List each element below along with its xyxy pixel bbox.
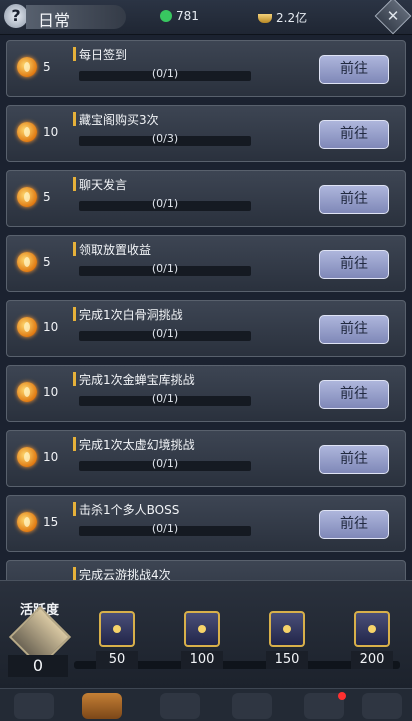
task-name: 藏宝阁购买3次 <box>79 113 159 127</box>
ingot-amount: 2.2亿 <box>276 11 308 25</box>
task-marker <box>73 437 76 451</box>
task-marker <box>73 47 76 61</box>
task-points: 10 <box>43 385 59 399</box>
task-name: 领取放置收益 <box>79 243 152 257</box>
task-points: 10 <box>43 450 59 464</box>
task-progress: (0/1) <box>151 392 179 405</box>
task-marker <box>73 502 76 516</box>
top-bar: ? 日常 781 2.2亿 ✕ <box>0 0 412 35</box>
ingot-resource: 2.2亿 <box>258 9 307 26</box>
page-title: 日常 <box>38 11 71 30</box>
go-button[interactable]: 前往 <box>319 185 389 214</box>
go-button[interactable]: 前往 <box>319 510 389 539</box>
milestone-label: 200 <box>351 651 393 669</box>
treasure-chest-icon[interactable] <box>99 611 135 647</box>
task-progress: (0/1) <box>151 197 179 210</box>
task-points: 5 <box>43 255 51 269</box>
task-points: 5 <box>43 60 51 74</box>
flame-coin-icon <box>17 447 37 467</box>
go-button[interactable]: 前往 <box>319 55 389 84</box>
flame-coin-icon <box>17 57 37 77</box>
jade-resource: 781 <box>160 9 199 23</box>
jade-amount: 781 <box>176 9 199 23</box>
task-list[interactable]: 5 每日签到 (0/1) 前往 10 藏宝阁购买3次 (0/3) 前往 5 聊天… <box>6 40 406 580</box>
task-row: 5 每日签到 (0/1) 前往 <box>6 40 406 97</box>
task-row: 10 完成1次白骨洞挑战 (0/1) 前往 <box>6 300 406 357</box>
treasure-chest-icon[interactable] <box>184 611 220 647</box>
task-name: 完成1次太虚幻境挑战 <box>79 438 195 452</box>
bottom-tab-bar <box>0 688 412 721</box>
task-points: 10 <box>43 125 59 139</box>
task-name: 完成1次金蝉宝库挑战 <box>79 373 195 387</box>
task-row: 10 完成1次太虚幻境挑战 (0/1) 前往 <box>6 430 406 487</box>
go-button[interactable]: 前往 <box>319 315 389 344</box>
task-progress: (0/1) <box>151 522 179 535</box>
task-points: 10 <box>43 320 59 334</box>
task-name: 完成云游挑战4次 <box>79 568 171 580</box>
task-row: 10 藏宝阁购买3次 (0/3) 前往 <box>6 105 406 162</box>
help-icon[interactable]: ? <box>4 4 28 28</box>
go-button[interactable]: 前往 <box>319 120 389 149</box>
task-points: 5 <box>43 190 51 204</box>
task-progress: (0/1) <box>151 457 179 470</box>
task-marker <box>73 307 76 321</box>
task-name: 完成1次白骨洞挑战 <box>79 308 183 322</box>
ingot-icon <box>258 14 272 23</box>
close-icon: ✕ <box>386 7 400 25</box>
flame-coin-icon <box>17 187 37 207</box>
task-row: 完成云游挑战4次 <box>6 560 406 580</box>
tab-3[interactable] <box>160 693 200 719</box>
notification-dot <box>338 692 346 700</box>
task-row: 5 聊天发言 (0/1) 前往 <box>6 170 406 227</box>
task-marker <box>73 177 76 191</box>
flame-coin-icon <box>17 317 37 337</box>
task-progress: (0/3) <box>151 132 179 145</box>
task-points: 15 <box>43 515 59 529</box>
go-button[interactable]: 前往 <box>319 380 389 409</box>
tab-6[interactable] <box>362 693 402 719</box>
flame-coin-icon <box>17 382 37 402</box>
task-marker <box>73 567 76 580</box>
task-row: 10 完成1次金蝉宝库挑战 (0/1) 前往 <box>6 365 406 422</box>
jade-icon <box>160 10 172 22</box>
close-button[interactable]: ✕ <box>374 0 412 35</box>
activity-panel: 活跃度 0 50 100 150 200 <box>0 580 412 689</box>
task-name: 每日签到 <box>79 48 128 62</box>
treasure-chest-icon[interactable] <box>269 611 305 647</box>
task-marker <box>73 242 76 256</box>
flame-coin-icon <box>17 252 37 272</box>
task-marker <box>73 112 76 126</box>
go-button[interactable]: 前往 <box>319 445 389 474</box>
tab-1[interactable] <box>14 693 54 719</box>
milestone-label: 150 <box>266 651 308 669</box>
task-name: 聊天发言 <box>79 178 128 192</box>
treasure-chest-icon[interactable] <box>354 611 390 647</box>
flame-coin-icon <box>17 512 37 532</box>
task-name: 击杀1个多人BOSS <box>79 503 180 517</box>
task-row: 15 击杀1个多人BOSS (0/1) 前往 <box>6 495 406 552</box>
tab-2-active[interactable] <box>82 693 122 719</box>
task-progress: (0/1) <box>151 327 179 340</box>
tab-4[interactable] <box>232 693 272 719</box>
task-progress: (0/1) <box>151 262 179 275</box>
task-row: 5 领取放置收益 (0/1) 前往 <box>6 235 406 292</box>
task-progress: (0/1) <box>151 67 179 80</box>
go-button[interactable]: 前往 <box>319 250 389 279</box>
activity-value: 0 <box>8 655 68 677</box>
milestone-label: 100 <box>181 651 223 669</box>
task-marker <box>73 372 76 386</box>
flame-coin-icon <box>17 122 37 142</box>
milestone-label: 50 <box>96 651 138 669</box>
